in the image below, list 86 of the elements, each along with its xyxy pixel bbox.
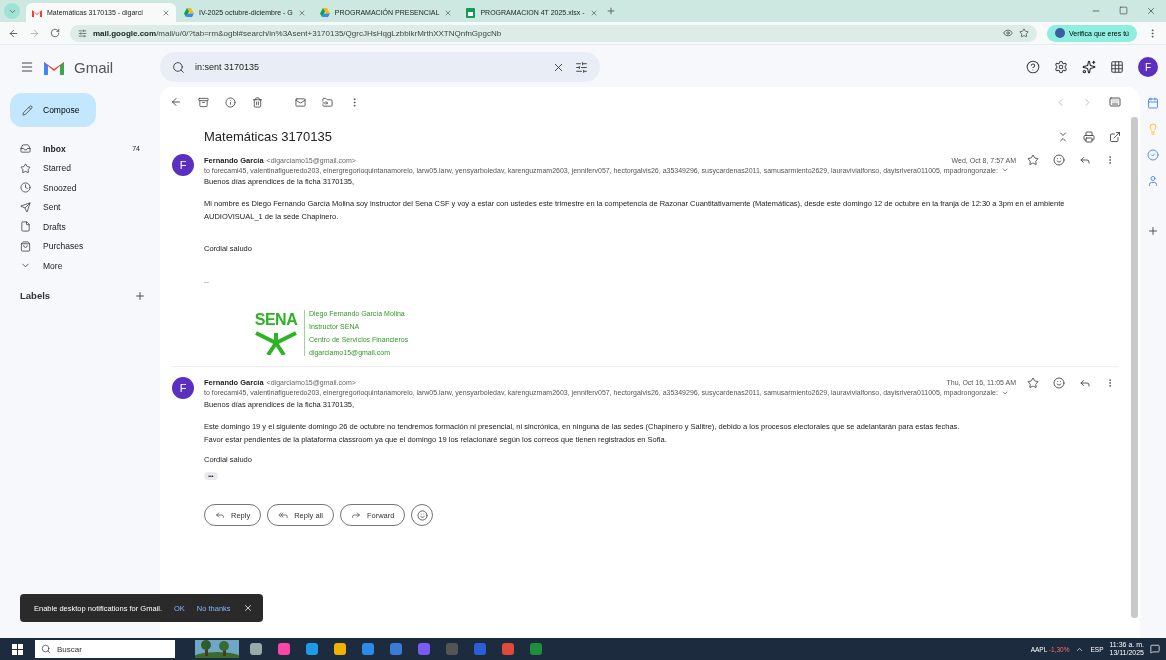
star-icon (20, 162, 31, 174)
emoji-button[interactable] (411, 504, 434, 527)
sender-avatar: F (172, 154, 194, 176)
app-icon[interactable] (502, 643, 514, 655)
triangle-logo-icon (319, 8, 330, 17)
check-icon[interactable] (1147, 149, 1159, 161)
mail-logo-icon (32, 8, 42, 17)
app-icon[interactable] (418, 643, 430, 655)
labels-heading: Labels (20, 290, 51, 301)
eye-icon (1003, 28, 1014, 38)
url-text: mail.google.com/mail/u/0/?tab=rm&ogbl#search/in%3Asent+3170135/QgrcJHsHqgLzbblkrMrthXXTNQnfnGpgcNb (93, 28, 503, 38)
caret-icon[interactable] (1000, 166, 1009, 174)
add-label-icon[interactable] (134, 289, 146, 302)
logo-text: SENA (254, 310, 298, 329)
send-icon (20, 201, 31, 213)
move-icon[interactable] (322, 96, 333, 108)
nav-item[interactable]: Sent (0, 197, 160, 217)
account-avatar[interactable]: F (1138, 57, 1158, 77)
back-icon[interactable] (8, 27, 19, 39)
reload-icon[interactable] (50, 28, 60, 38)
sparkle-icon[interactable] (1082, 60, 1096, 74)
search-icon (41, 644, 51, 654)
calendar-icon[interactable] (1147, 97, 1159, 109)
help-icon[interactable] (1026, 60, 1040, 74)
sender-avatar: F (172, 376, 194, 399)
pencil-icon (22, 104, 33, 116)
back-icon[interactable] (170, 96, 182, 108)
notifications-icon[interactable] (1150, 644, 1160, 654)
clock-icon (20, 182, 31, 194)
app-icon[interactable] (250, 643, 262, 655)
file-icon (20, 221, 31, 233)
print-icon[interactable] (1083, 130, 1095, 143)
site-settings-icon (78, 28, 87, 38)
emoji-icon[interactable] (1053, 376, 1065, 389)
keyboard-icon[interactable] (1109, 96, 1121, 108)
filter-icon[interactable] (575, 60, 588, 74)
mail-logo-icon (44, 59, 64, 75)
archive-icon[interactable] (198, 96, 209, 108)
mail-icon[interactable] (295, 96, 306, 108)
nav-item[interactable]: More (0, 256, 160, 276)
nav-item[interactable]: Purchases (0, 236, 160, 256)
add-icon[interactable] (1147, 225, 1159, 237)
search-field[interactable]: in:sent 3170135 (160, 52, 600, 82)
star-icon[interactable] (1027, 376, 1039, 389)
new-tab-icon[interactable] (605, 6, 616, 16)
emoji-icon (416, 509, 428, 521)
close-icon[interactable] (242, 603, 253, 613)
arrow-icon (215, 510, 225, 521)
arrow-icon (350, 510, 361, 521)
collapse-icon[interactable] (1057, 130, 1069, 143)
app-icon[interactable] (390, 643, 402, 655)
app-name: Gmail (74, 58, 114, 76)
info-icon[interactable] (225, 96, 236, 108)
contacts-icon[interactable] (1147, 175, 1159, 187)
arrow-icon (278, 510, 289, 521)
inbox-icon (20, 143, 31, 155)
nav-item[interactable]: Drafts (0, 217, 160, 237)
windows-icon[interactable] (12, 643, 23, 655)
emoji-icon[interactable] (1053, 154, 1065, 166)
close-icon[interactable] (1146, 6, 1156, 16)
settings-icon[interactable] (1054, 60, 1068, 74)
bag-icon (20, 240, 31, 252)
app-icon[interactable] (334, 643, 346, 655)
triangle-logo-icon (184, 8, 194, 17)
app-icon[interactable] (278, 643, 290, 655)
menu-icon[interactable] (20, 60, 34, 74)
apps-icon[interactable] (1110, 60, 1124, 74)
taskbar-search[interactable]: Buscar (35, 640, 175, 658)
bookmark-star-icon[interactable] (1019, 28, 1030, 38)
nav-item[interactable]: Starred (0, 158, 160, 178)
trash-icon[interactable] (252, 96, 263, 108)
reply-icon[interactable] (1079, 154, 1091, 166)
search-icon (172, 60, 185, 74)
app-icon[interactable] (530, 643, 542, 655)
star-icon[interactable] (1027, 154, 1039, 166)
compose-button[interactable]: Compose (10, 93, 96, 127)
email-subject: Matemáticas 3170135 (204, 129, 333, 144)
address-bar[interactable]: mail.google.com/mail/u/0/?tab=rm&ogbl#search/in%3Asent+3170135/QgrcJHsHqgLzbblkrMrthXXTNQnfnGpgcNb (70, 24, 1038, 42)
scrollbar[interactable] (1131, 117, 1138, 618)
restore-icon[interactable] (1119, 6, 1128, 15)
profile-avatar (1055, 28, 1066, 38)
nav-item[interactable]: Snoozed (0, 178, 160, 198)
spreadsheet-icon (466, 7, 476, 18)
new-window-icon[interactable] (1109, 130, 1121, 143)
app-icon[interactable] (362, 643, 374, 655)
app-icon[interactable] (306, 643, 318, 655)
